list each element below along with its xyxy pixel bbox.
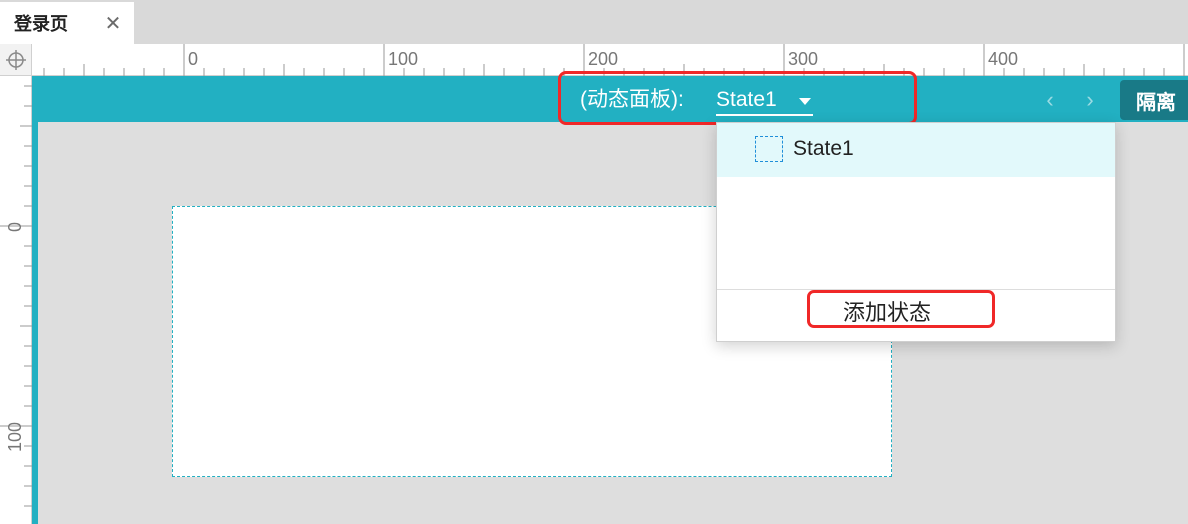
ruler-label: 0	[188, 49, 198, 69]
tab-login-page[interactable]: 登录页 ✕	[0, 2, 134, 44]
dashed-frame-icon	[755, 136, 783, 162]
isolate-button[interactable]: 隔离	[1120, 80, 1188, 120]
chevron-right-icon[interactable]: ›	[1080, 87, 1100, 112]
crosshair-icon	[6, 50, 26, 70]
ruler-corner	[0, 44, 32, 76]
state-item-label: State1	[793, 137, 854, 160]
ruler-label: 100	[388, 49, 418, 69]
tab-label: 登录页	[14, 14, 68, 34]
close-icon[interactable]: ✕	[102, 12, 124, 35]
ruler-label: 300	[788, 49, 818, 69]
tab-bar: 登录页 ✕	[0, 0, 1188, 44]
panel-left-border	[32, 122, 38, 524]
ruler-label: 400	[988, 49, 1018, 69]
annotation-highlight-add-state	[807, 290, 995, 328]
vertical-ruler-ticks: 0 100	[0, 85, 32, 507]
vertical-ruler[interactable]: 0 100	[0, 76, 32, 524]
isolate-button-label: 隔离	[1136, 91, 1176, 114]
chevron-left-icon[interactable]: ‹	[1040, 87, 1060, 112]
state-item[interactable]: State1	[717, 123, 1115, 177]
annotation-highlight-state-select	[558, 71, 917, 125]
ruler-label: 200	[588, 49, 618, 69]
ruler-label: 0	[5, 222, 25, 232]
ruler-label: 100	[5, 422, 25, 452]
